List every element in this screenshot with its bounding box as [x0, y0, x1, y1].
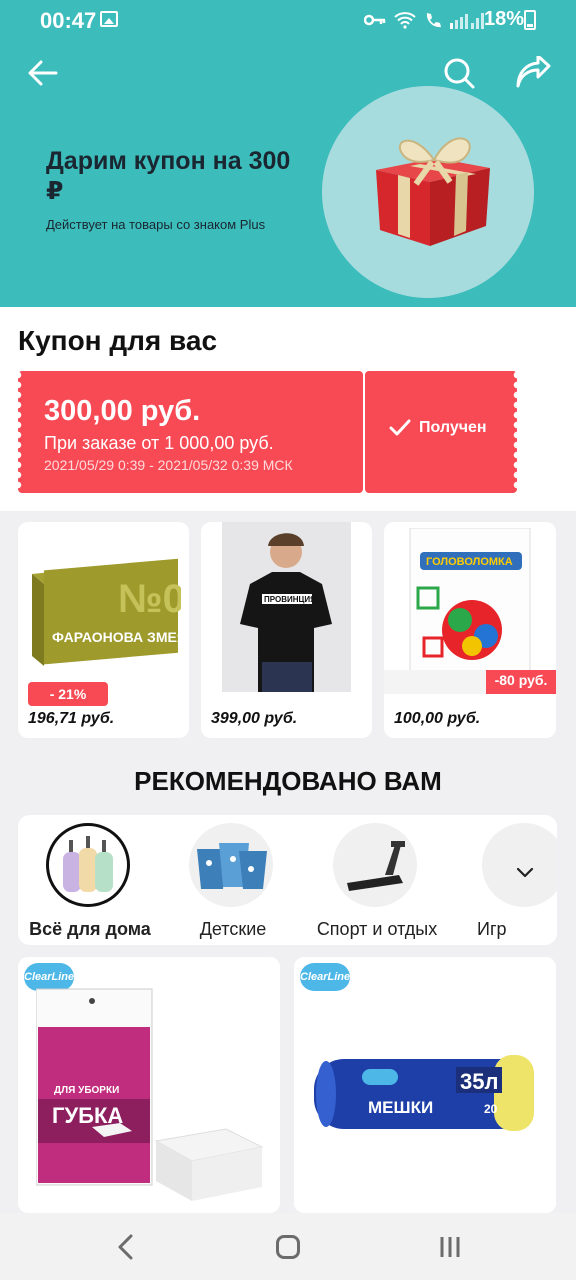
box-brand: №01 [118, 577, 181, 621]
category-label: Спорт и отдых [316, 919, 438, 939]
category-label: Игр [477, 919, 507, 939]
category-image [333, 823, 417, 907]
gallery-notification-icon [100, 11, 118, 27]
call-icon [426, 13, 441, 28]
category-strip: Всё для дома Детские Спорт и отдых Игр [18, 815, 557, 945]
category-label: Детские [199, 919, 267, 939]
product-card[interactable]: ГОЛОВОЛОМКА -80 руб. 100,00 руб. [384, 522, 556, 738]
pack-count: 20 [484, 1102, 498, 1116]
promo-badge: -80 руб. [494, 672, 548, 688]
chevron-down-icon[interactable] [513, 860, 537, 884]
product-price: 196,71 руб. [28, 710, 115, 727]
category-image [189, 823, 273, 907]
wifi-icon [394, 12, 416, 29]
nav-back-icon[interactable] [114, 1233, 138, 1261]
pack-title: МЕШКИ [368, 1098, 433, 1117]
product-card[interactable]: ПРОВИНЦИЯ 399,00 руб. [201, 522, 372, 738]
product-image: ПРОВИНЦИЯ [222, 522, 351, 692]
coupon-card[interactable]: 300,00 руб. При заказе от 1 000,00 руб. … [18, 371, 363, 493]
shirt-text: ПРОВИНЦИЯ [264, 595, 316, 604]
share-icon[interactable] [514, 56, 552, 90]
arrow-left-icon[interactable] [26, 56, 60, 90]
search-icon[interactable] [442, 56, 476, 90]
nav-recent-apps-icon[interactable] [438, 1235, 462, 1259]
product-price: 100,00 руб. [394, 710, 481, 727]
coupon-section: Купон для вас 300,00 руб. При заказе от … [0, 307, 576, 511]
product-image: ДЛЯ УБОРКИ ГУБКА [36, 988, 264, 1201]
product-card[interactable]: №01 ФАРАОНОВА ЗМЕЯ - 21% 196,71 руб. [18, 522, 189, 738]
gift-box-image [376, 137, 490, 246]
pack-subtitle: ДЛЯ УБОРКИ [54, 1085, 119, 1096]
product-price: 399,00 руб. [211, 710, 298, 727]
product-tile[interactable]: ClearLine МЕШКИ 35л 20 [294, 957, 556, 1213]
coupon-status-button[interactable]: Получен [365, 371, 517, 493]
status-bar: 00:47 18% [0, 0, 576, 40]
key-icon [364, 14, 386, 26]
category-item[interactable]: Всё для дома [18, 823, 168, 941]
coupon-edge [14, 371, 22, 493]
coupon-condition: При заказе от 1 000,00 руб. [44, 433, 274, 453]
category-item[interactable]: Спорт и отдых [305, 823, 455, 941]
pack-volume: 35л [460, 1069, 498, 1094]
discount-badge: - 21% [28, 682, 108, 706]
product-image: №01 ФАРАОНОВА ЗМЕЯ [32, 558, 181, 666]
category-item[interactable]: Детские [161, 823, 311, 941]
product-image: МЕШКИ 35л 20 [314, 1055, 534, 1131]
hero-title: Дарим купон на 300 ₽ [46, 147, 291, 205]
nav-home-icon[interactable] [276, 1235, 300, 1259]
product-tile[interactable]: ClearLine ДЛЯ УБОРКИ ГУБКА [18, 957, 280, 1213]
recommended-heading: РЕКОМЕНДОВАНО ВАМ [134, 766, 442, 796]
box-title: ГОЛОВОЛОМКА [426, 556, 513, 568]
coupon-validity: 2021/05/29 0:39 - 2021/05/32 0:39 МСК [44, 457, 293, 473]
coupon-amount: 300,00 руб. [44, 395, 201, 427]
brand-badge: ClearLine [300, 963, 350, 991]
coupon-status-label: Получен [419, 419, 487, 436]
status-icons [364, 9, 486, 31]
category-label: Всё для дома [29, 919, 151, 939]
battery-percent: 18% [484, 8, 525, 30]
signal-icon [450, 13, 484, 29]
category-item[interactable]: Игр [454, 823, 557, 941]
battery-icon [524, 10, 536, 30]
category-image [46, 823, 130, 907]
promo-banner: 00:47 18% Дарим купон на 300 ₽ Действует… [0, 0, 576, 307]
coupon-edge [513, 371, 521, 493]
hero-subtitle: Действует на товары со знаком Plus [46, 217, 266, 232]
system-nav-bar [0, 1213, 576, 1280]
coupon-heading: Купон для вас [18, 325, 218, 356]
box-title: ФАРАОНОВА ЗМЕЯ [52, 629, 181, 645]
status-time: 00:47 [40, 8, 97, 33]
check-icon [389, 419, 411, 436]
